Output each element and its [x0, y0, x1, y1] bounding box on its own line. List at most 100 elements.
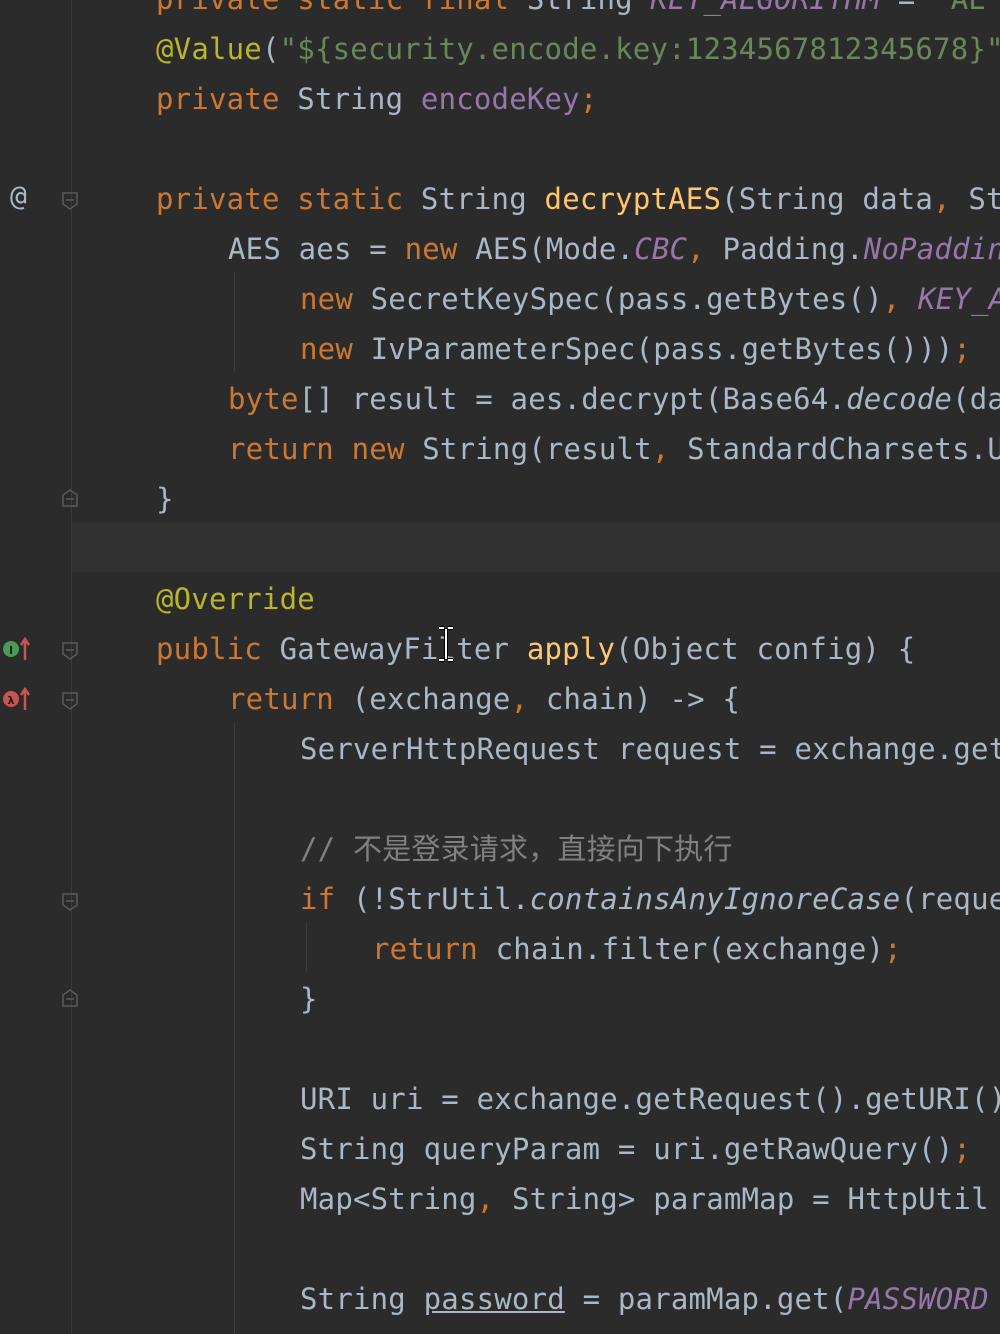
fold-end-icon[interactable]: [62, 489, 78, 507]
code-line[interactable]: ServerHttpRequest request = exchange.get…: [300, 724, 1000, 774]
code-token: "${security.encode.key:1234567812345678}…: [279, 32, 1000, 66]
code-line[interactable]: URI uri = exchange.getRequest().getURI(): [300, 1074, 1000, 1124]
fold-start-icon[interactable]: [62, 893, 78, 911]
code-token: final: [421, 0, 527, 16]
code-line[interactable]: return chain.filter(exchange);: [372, 924, 902, 974]
code-token: PASSWORD: [847, 1282, 989, 1316]
code-token: IvParameterSpec(pass.getBytes())): [370, 332, 954, 366]
code-line[interactable]: private static final String KEY_ALGORITH…: [156, 0, 986, 24]
code-token: ,: [933, 182, 969, 216]
code-token: password: [423, 1282, 565, 1316]
code-line[interactable]: @Value("${security.encode.key:1234567812…: [156, 24, 1000, 74]
code-token: return: [372, 932, 496, 966]
fold-start-icon[interactable]: [62, 642, 78, 660]
fold-start-icon[interactable]: [62, 692, 78, 710]
code-token: (request: [900, 882, 1000, 916]
code-token: @Value: [156, 32, 262, 66]
code-token: ,: [476, 1182, 512, 1216]
code-token: AES aes =: [228, 232, 405, 266]
code-line[interactable]: new SecretKeySpec(pass.getBytes(), KEY_A…: [300, 274, 1000, 324]
code-line[interactable]: }: [156, 474, 174, 524]
implements-method-icon[interactable]: I: [2, 634, 32, 664]
code-line[interactable]: Map<String, String> paramMap = HttpUtil: [300, 1174, 989, 1224]
svg-text:I: I: [9, 644, 13, 657]
code-token: [] result = aes.decrypt(Base64.: [298, 382, 847, 416]
code-line[interactable]: byte[] result = aes.decrypt(Base64.decod…: [228, 374, 1000, 424]
code-token: CBC: [634, 232, 688, 266]
code-line[interactable]: return new String(result, StandardCharse…: [228, 424, 1000, 474]
code-token: ;: [953, 332, 972, 366]
at-annotation-icon[interactable]: @: [10, 180, 27, 212]
code-token: KEY_ALGORITHM: [918, 282, 1000, 316]
code-token: if: [300, 882, 353, 916]
code-line[interactable]: return (exchange, chain) -> {: [228, 674, 740, 724]
code-token: byte: [228, 382, 299, 416]
code-line[interactable]: private static String decryptAES(String …: [156, 174, 1000, 224]
code-token: = paramMap.get(: [564, 1282, 848, 1316]
code-token: chain.filter(exchange): [495, 932, 885, 966]
indent-guide: [234, 722, 235, 1334]
current-line-highlight: [72, 522, 1000, 572]
indent-guide: [306, 922, 307, 972]
code-token: private: [156, 0, 297, 16]
code-token: String queryParam = uri.getRawQuery(): [300, 1132, 954, 1166]
code-token: Padding.: [722, 232, 864, 266]
code-line[interactable]: String password = paramMap.get(PASSWORD: [300, 1274, 989, 1324]
code-token: private: [156, 82, 298, 116]
lambda-override-icon[interactable]: λ: [2, 684, 32, 714]
code-token: ;: [953, 1132, 972, 1166]
code-token: String pass): [968, 182, 1000, 216]
code-token: encodeKey: [420, 82, 580, 116]
code-token: chain) -> {: [545, 682, 741, 716]
code-token: Map<String: [300, 1182, 477, 1216]
code-token: ,: [510, 682, 546, 716]
code-token: AES(Mode.: [475, 232, 635, 266]
code-token: new: [300, 332, 371, 366]
code-token: new: [404, 232, 476, 266]
code-token: public: [156, 632, 280, 666]
code-line[interactable]: @Override: [156, 574, 315, 624]
indent-guide: [234, 272, 235, 372]
code-editor[interactable]: @ I λ private static final String KEY_AL…: [0, 0, 1000, 1334]
code-token: ;: [579, 82, 598, 116]
code-token: KEY_ALGORITHM: [651, 0, 881, 16]
code-token: String: [527, 0, 651, 16]
code-token: (Object config) {: [615, 632, 916, 666]
code-token: ;: [884, 932, 902, 966]
code-line[interactable]: private String encodeKey;: [156, 74, 598, 124]
code-token: return: [228, 682, 352, 716]
code-token: String: [300, 1282, 424, 1316]
code-line[interactable]: if (!StrUtil.containsAnyIgnoreCase(reque…: [300, 874, 1000, 924]
code-token: GatewayFilter: [279, 632, 527, 666]
code-token: @Override: [156, 582, 315, 616]
code-token: (exchange: [351, 682, 511, 716]
code-line[interactable]: new IvParameterSpec(pass.getBytes()));: [300, 324, 971, 374]
code-token: String: [297, 82, 421, 116]
code-token: containsAnyIgnoreCase: [529, 882, 901, 916]
code-line[interactable]: public GatewayFilter apply(Object config…: [156, 624, 915, 674]
code-token: new: [300, 282, 371, 316]
svg-text:λ: λ: [8, 694, 15, 707]
code-token: String: [420, 182, 545, 216]
code-token: "AE: [933, 0, 986, 16]
code-token: String(result: [422, 432, 652, 466]
code-line[interactable]: // 不是登录请求，直接向下执行: [300, 824, 733, 874]
code-line[interactable]: }: [300, 974, 318, 1024]
code-token: (data: [952, 382, 1000, 416]
code-token: decode: [846, 382, 953, 416]
code-token: ,: [687, 232, 723, 266]
fold-start-icon[interactable]: [62, 192, 78, 210]
code-token: decryptAES: [544, 182, 722, 216]
code-token: return: [228, 432, 352, 466]
code-token: static: [297, 182, 421, 216]
code-token: String> paramMap = HttpUtil: [511, 1182, 989, 1216]
code-token: (!StrUtil.: [352, 882, 530, 916]
code-token: URI uri = exchange.getRequest().getURI(): [300, 1082, 1000, 1116]
code-token: // 不是登录请求，直接向下执行: [300, 832, 733, 866]
code-token: static: [297, 0, 421, 16]
code-line[interactable]: String queryParam = uri.getRawQuery();: [300, 1124, 971, 1174]
code-line[interactable]: AES aes = new AES(Mode.CBC, Padding.NoPa…: [228, 224, 1000, 274]
code-token: StandardCharsets.UTF_8: [687, 432, 1000, 466]
code-token: }: [156, 482, 174, 516]
fold-end-icon[interactable]: [62, 989, 78, 1007]
